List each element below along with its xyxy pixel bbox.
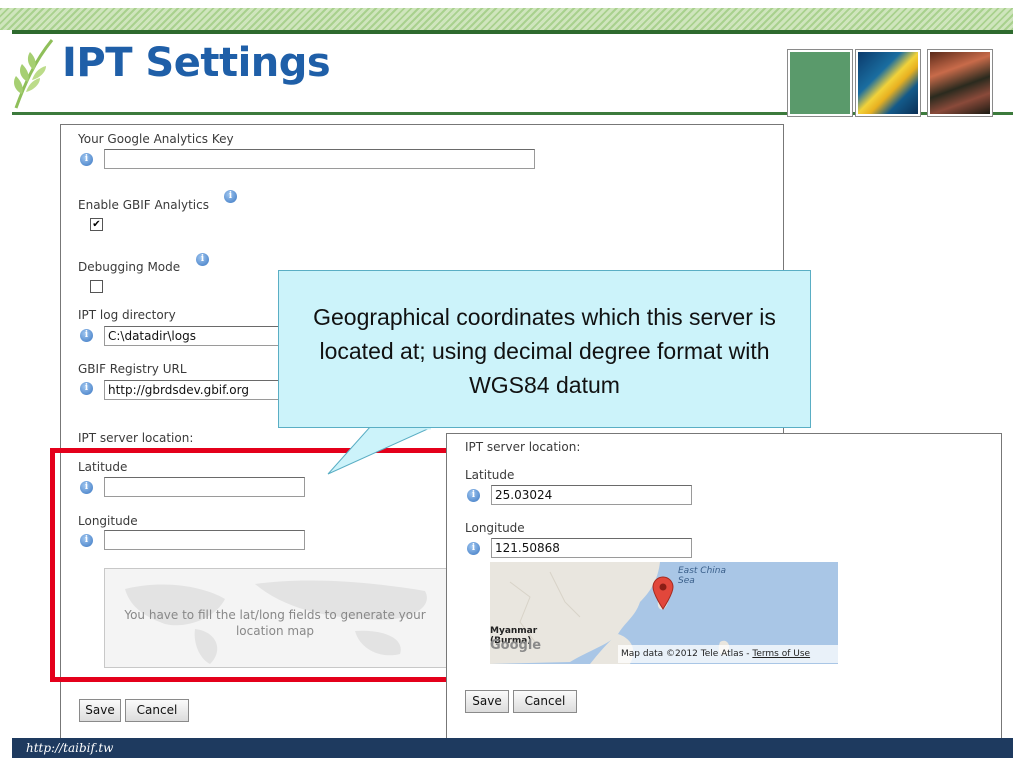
highlight-box [50,448,454,682]
page-title: IPT Settings [62,40,331,86]
header-thumbnail-fish [856,50,920,116]
map-attribution: Map data ©2012 Tele Atlas - Terms of Use [618,645,838,663]
latitude-label: Latitude [465,468,515,482]
footer-bar [12,738,1013,758]
map-terms-link[interactable]: Terms of Use [752,649,810,659]
longitude-label: Longitude [465,521,525,535]
map-label-sea: East China Sea [678,566,726,586]
registry-url-label: GBIF Registry URL [78,362,187,376]
footer-url[interactable]: http://taibif.tw [26,741,113,755]
map-marker-icon[interactable] [652,576,674,610]
callout-text: Geographical coordinates which this serv… [313,304,776,398]
enable-gbif-label: Enable GBIF Analytics [78,198,209,212]
log-dir-input[interactable]: C:\datadir\logs [104,326,284,346]
analytics-key-label: Your Google Analytics Key [78,132,234,146]
info-icon[interactable]: i [467,489,480,502]
server-location-label: IPT server location: [465,440,581,454]
info-icon[interactable]: i [224,190,237,203]
header-thumbnail-coral [928,50,992,116]
callout-tail [327,427,433,475]
server-location-label: IPT server location: [78,431,194,445]
debugging-checkbox[interactable] [90,280,103,293]
save-button[interactable]: Save [465,690,509,713]
header-stripe [0,8,1013,30]
info-icon[interactable]: i [467,542,480,555]
log-dir-label: IPT log directory [78,308,176,322]
longitude-input[interactable]: 121.50868 [491,538,692,558]
leaf-icon [14,39,54,109]
registry-url-input[interactable]: http://gbrdsdev.gbif.org [104,380,284,400]
header-thumbnail-green [788,50,852,116]
cancel-button[interactable]: Cancel [513,690,577,713]
enable-gbif-checkbox[interactable]: ✔ [90,218,103,231]
debugging-label: Debugging Mode [78,260,181,274]
info-icon[interactable]: i [80,329,93,342]
cancel-button[interactable]: Cancel [125,699,189,722]
info-icon[interactable]: i [80,153,93,166]
analytics-key-input[interactable] [104,149,535,169]
info-icon[interactable]: i [80,382,93,395]
map-google-logo: Google [490,638,542,653]
info-icon[interactable]: i [196,253,209,266]
map-attribution-text: Map data ©2012 Tele Atlas - [621,649,753,659]
save-button[interactable]: Save [79,699,121,722]
latitude-input[interactable]: 25.03024 [491,485,692,505]
